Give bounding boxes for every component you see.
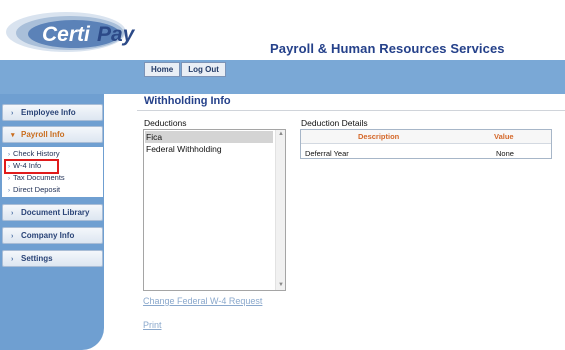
- chevron-right-icon: ›: [11, 233, 14, 240]
- table-header: Description Value: [301, 130, 551, 144]
- title-divider: [137, 110, 565, 111]
- sidebar-item-label: Payroll Info: [21, 130, 65, 139]
- chevron-right-icon: ›: [8, 188, 10, 194]
- payroll-submenu: › Check History › W-4 Info › Tax Documents …: [2, 147, 103, 197]
- deduction-details-label: Deduction Details: [301, 118, 368, 128]
- sidebar-item-label: Settings: [21, 254, 53, 263]
- sidebar-subitem-label: Direct Deposit: [13, 185, 61, 194]
- sidebar-subitem-check-history[interactable]: › Check History: [8, 149, 60, 160]
- sidebar-subitem-direct-deposit[interactable]: › Direct Deposit: [8, 185, 60, 196]
- cell-description: Deferral Year: [305, 149, 349, 158]
- logo-text-certi: Certi: [42, 23, 91, 46]
- sidebar-subitem-label: W-4 Info: [13, 161, 42, 170]
- sidebar-item-label: Document Library: [21, 208, 90, 217]
- sidebar-item-employee-info[interactable]: › Employee Info: [2, 104, 103, 121]
- deductions-label: Deductions: [144, 118, 187, 128]
- scroll-down-icon[interactable]: ▼: [278, 282, 284, 288]
- sidebar-item-label: Employee Info: [21, 108, 76, 117]
- chevron-right-icon: ›: [11, 210, 14, 217]
- column-header-value: Value: [494, 132, 514, 141]
- sidebar-subitem-label: Check History: [13, 149, 60, 158]
- change-w4-request-link[interactable]: Change Federal W-4 Request: [143, 296, 262, 306]
- certipay-logo: Certi Pay: [4, 10, 169, 56]
- chevron-right-icon: ›: [8, 164, 10, 170]
- home-tab[interactable]: Home: [144, 62, 181, 77]
- column-header-description: Description: [358, 132, 400, 141]
- chevron-right-icon: ›: [8, 176, 10, 182]
- sidebar-item-document-library[interactable]: › Document Library: [2, 204, 103, 221]
- listbox-scrollbar[interactable]: ▲ ▼: [275, 130, 285, 290]
- logo-text-pay: Pay: [97, 23, 136, 46]
- deduction-details-table: Description Value Deferral Year None: [300, 129, 552, 159]
- chevron-right-icon: ›: [11, 256, 14, 263]
- sidebar-subitem-tax-documents[interactable]: › Tax Documents: [8, 173, 65, 184]
- chevron-right-icon: ›: [8, 152, 10, 158]
- header-title: Payroll & Human Resources Services: [270, 41, 505, 56]
- cell-value: None: [496, 149, 514, 158]
- caret-down-icon: ▾: [11, 132, 15, 139]
- deduction-option-federal-withholding[interactable]: Federal Withholding: [145, 143, 273, 155]
- deductions-listbox[interactable]: Fica Federal Withholding ▲ ▼: [143, 129, 286, 291]
- sidebar-item-label: Company Info: [21, 231, 75, 240]
- top-nav: Home Log Out: [144, 62, 227, 77]
- sidebar: › Employee Info ▾ Payroll Info › Check Hist…: [0, 94, 104, 350]
- deduction-option-fica[interactable]: Fica: [145, 131, 273, 143]
- sidebar-subitem-label: Tax Documents: [13, 173, 65, 182]
- chevron-right-icon: ›: [11, 110, 14, 117]
- logout-tab[interactable]: Log Out: [181, 62, 226, 77]
- app-window: Certi Pay Payroll & Human Resources Serv…: [0, 0, 565, 350]
- sidebar-item-company-info[interactable]: › Company Info: [2, 227, 103, 244]
- sidebar-item-payroll-info[interactable]: ▾ Payroll Info: [2, 126, 103, 143]
- print-link[interactable]: Print: [143, 320, 162, 330]
- page-title: Withholding Info: [144, 95, 231, 107]
- header-band: [0, 60, 565, 94]
- scroll-up-icon[interactable]: ▲: [278, 131, 284, 137]
- sidebar-subitem-w4-info[interactable]: › W-4 Info: [3, 159, 60, 174]
- sidebar-item-settings[interactable]: › Settings: [2, 250, 103, 267]
